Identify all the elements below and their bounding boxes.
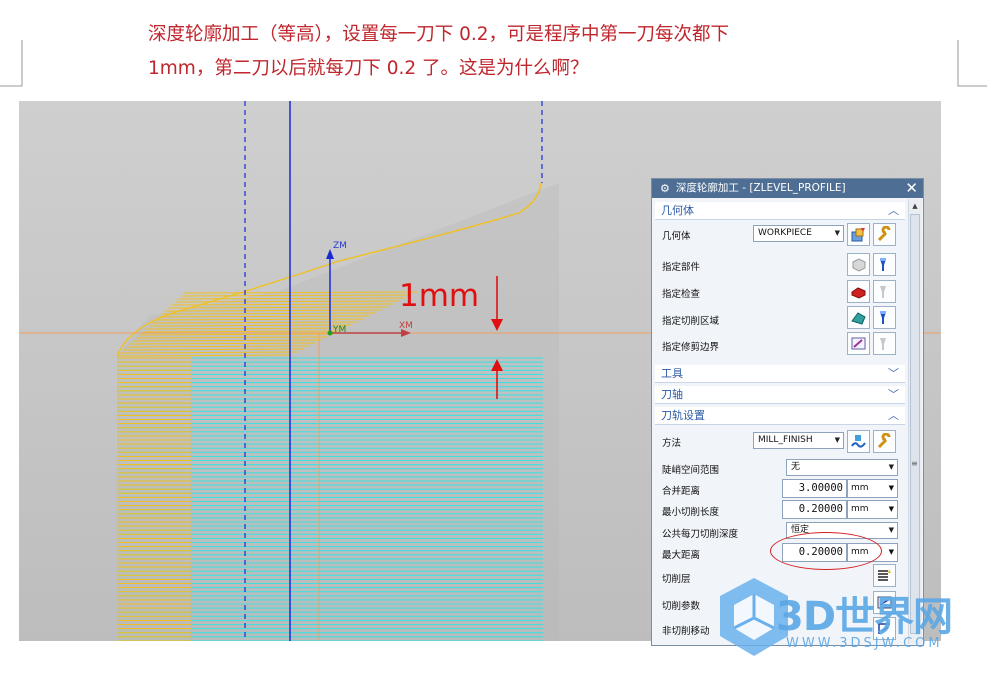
method-label: 方法	[662, 438, 682, 449]
cut-area-icon[interactable]	[847, 306, 870, 329]
specify-trim-label: 指定修剪边界	[662, 342, 720, 353]
specify-part-label: 指定部件	[662, 262, 701, 273]
section-tool[interactable]: 工具 ﹀	[655, 365, 905, 383]
non-cut-move-label: 非切削移动	[662, 626, 710, 637]
merge-distance-input[interactable]: 3.00000	[782, 479, 847, 498]
crop-marks	[0, 40, 987, 87]
watermark-url: WWW.3DSJW.COM	[786, 636, 943, 651]
axis-xm-label: XM	[399, 321, 413, 331]
chevron-down-icon: ﹀	[888, 388, 899, 401]
method-select-value: MILL_FINISH	[758, 435, 813, 445]
flashlight-disabled-icon	[873, 280, 896, 303]
annotation-1mm: 1mm	[399, 278, 480, 314]
gear-icon: ⚙	[660, 182, 670, 195]
watermark-brand: 3D世界网	[776, 594, 953, 640]
watermark: 3D世界网 WWW.3DSJW.COM	[714, 574, 984, 664]
steep-space-select[interactable]: 无 ▼	[786, 459, 898, 476]
section-path-settings[interactable]: 刀轨设置 ︿	[655, 407, 905, 425]
cut-levels-label: 切削层	[662, 574, 691, 585]
edit-wrench-icon[interactable]	[873, 223, 896, 246]
min-cut-unit-text: mm	[851, 504, 869, 514]
section-geometry[interactable]: 几何体 ︿	[655, 202, 905, 220]
section-tool-label: 工具	[661, 367, 683, 380]
scroll-thumb[interactable]	[910, 214, 920, 634]
dropdown-arrow-icon: ▼	[834, 436, 840, 444]
dropdown-arrow-icon: ▼	[888, 505, 894, 513]
axis-zm-label: ZM	[333, 241, 347, 251]
geometry-select-value: WORKPIECE	[758, 228, 812, 238]
merge-distance-unit[interactable]: mm ▼	[847, 479, 898, 498]
scroll-up-icon[interactable]: ▲	[910, 201, 920, 212]
dialog-title: 深度轮廓加工 - [ZLEVEL_PROFILE]	[675, 182, 846, 194]
method-select[interactable]: MILL_FINISH ▼	[753, 432, 844, 449]
section-tool-axis[interactable]: 刀轴 ﹀	[655, 386, 905, 404]
trim-boundary-icon[interactable]	[847, 332, 870, 355]
min-cut-length-input[interactable]: 0.20000	[782, 500, 847, 519]
check-body-icon[interactable]	[847, 280, 870, 303]
section-tool-axis-label: 刀轴	[661, 388, 683, 401]
min-cut-length-unit[interactable]: mm ▼	[847, 500, 898, 519]
axis-ym-label: YM	[333, 325, 347, 335]
wcs-origin	[327, 330, 333, 336]
specify-check-label: 指定检查	[662, 289, 701, 300]
method-icon[interactable]	[847, 430, 870, 453]
dropdown-arrow-icon: ▼	[834, 229, 840, 237]
flashlight-icon[interactable]	[873, 253, 896, 276]
chevron-up-icon: ︿	[888, 204, 899, 217]
section-geometry-label: 几何体	[661, 204, 694, 217]
min-cut-length-label: 最小切削长度	[662, 507, 720, 518]
steep-space-value: 无	[791, 462, 801, 472]
dropdown-arrow-icon: ▼	[888, 484, 894, 492]
dialog-title-bar[interactable]: ⚙ 深度轮廓加工 - [ZLEVEL_PROFILE] ✕	[652, 179, 923, 198]
chevron-up-icon: ︿	[888, 409, 899, 422]
close-icon[interactable]: ✕	[905, 179, 918, 198]
steep-space-label: 陡峭空间范围	[662, 465, 720, 476]
geometry-select[interactable]: WORKPIECE ▼	[753, 225, 844, 242]
chevron-down-icon: ﹀	[888, 367, 899, 380]
geometry-label: 几何体	[662, 231, 691, 242]
flashlight-icon[interactable]	[873, 306, 896, 329]
merge-unit-text: mm	[851, 483, 869, 493]
common-depth-label: 公共每刀切削深度	[662, 529, 739, 540]
edit-wrench-icon[interactable]	[873, 430, 896, 453]
new-geometry-icon[interactable]	[847, 223, 870, 246]
section-path-settings-label: 刀轨设置	[661, 409, 705, 422]
dropdown-arrow-icon: ▼	[888, 548, 894, 556]
dropdown-arrow-icon: ▼	[888, 526, 894, 534]
dropdown-arrow-icon: ▼	[888, 463, 894, 471]
highlight-oval	[770, 532, 882, 570]
specify-cut-area-label: 指定切削区域	[662, 316, 720, 327]
part-cube-icon[interactable]	[847, 253, 870, 276]
flashlight-disabled-icon	[873, 332, 896, 355]
grip-icon: ≡	[911, 459, 918, 468]
cut-params-label: 切削参数	[662, 601, 701, 612]
max-distance-label: 最大距离	[662, 550, 701, 561]
merge-distance-label: 合并距离	[662, 486, 701, 497]
